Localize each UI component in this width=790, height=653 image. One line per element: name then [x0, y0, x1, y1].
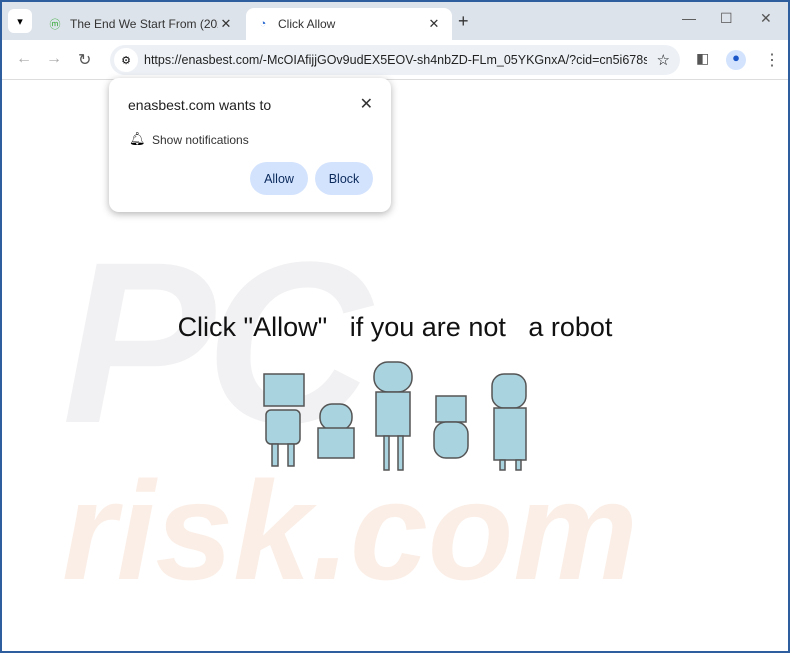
reload-button[interactable]: ↻ — [78, 50, 91, 70]
bell-icon: 🔔︎ — [129, 131, 146, 146]
maximize-button[interactable]: ☐ — [720, 10, 733, 27]
allow-button[interactable]: Allow — [250, 162, 308, 195]
close-tab-icon[interactable]: ✕ — [218, 16, 234, 32]
loading-icon: ◔ — [259, 18, 267, 30]
new-tab-button[interactable]: + — [458, 11, 469, 32]
forward-button[interactable]: → — [46, 50, 62, 68]
tab-bar: ▾ ⓜ The End We Start From (2023) Y ✕ ◔ C… — [2, 2, 788, 40]
close-window-button[interactable]: ✕ — [760, 10, 772, 27]
minimize-button[interactable]: — — [682, 10, 696, 26]
side-panel-icon[interactable]: ◧ — [696, 50, 709, 67]
headline: Click "Allow" if you are not a robot — [177, 312, 613, 342]
notification-permission-popup: enasbest.com wants to ✕ 🔔︎ Show notifica… — [109, 78, 391, 212]
tab-movie[interactable]: ⓜ The End We Start From (2023) Y ✕ — [38, 8, 244, 40]
close-tab-icon[interactable]: ✕ — [426, 16, 442, 32]
robots-image — [263, 361, 527, 471]
bookmark-star-icon[interactable]: ☆ — [657, 51, 670, 69]
close-popup-button[interactable]: ✕ — [360, 94, 373, 114]
browser-window: ▾ ⓜ The End We Start From (2023) Y ✕ ◔ C… — [2, 2, 788, 651]
site-settings-icon[interactable]: ⚙ — [114, 48, 138, 72]
tab-search-button[interactable]: ▾ — [8, 9, 32, 33]
menu-icon[interactable]: ⋮ — [764, 50, 780, 70]
back-button[interactable]: ← — [16, 50, 32, 68]
profile-avatar[interactable]: ● — [726, 50, 746, 70]
toolbar: ← → ↻ ⚙ https://enasbest.com/-McOIAfijjG… — [2, 40, 788, 80]
block-button[interactable]: Block — [315, 162, 373, 195]
m-logo-icon: ⓜ — [49, 19, 61, 31]
address-bar[interactable]: ⚙ https://enasbest.com/-McOIAfijjGOv9udE… — [110, 45, 680, 75]
tab-click-allow[interactable]: ◔ Click Allow ✕ — [246, 8, 452, 40]
